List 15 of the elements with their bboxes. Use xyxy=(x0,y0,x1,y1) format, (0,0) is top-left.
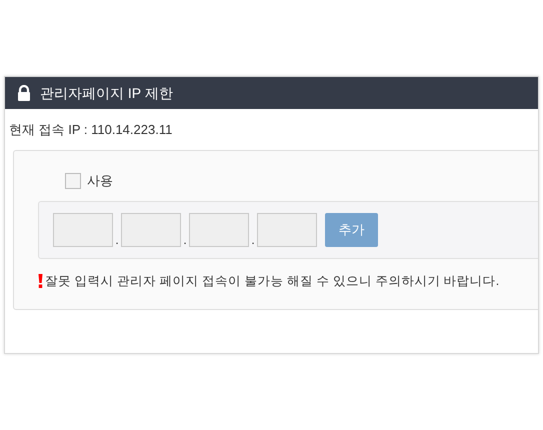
dot-separator: . xyxy=(182,232,188,246)
ip-octet-field[interactable] xyxy=(121,212,181,246)
dot-separator: . xyxy=(250,232,256,246)
lock-icon xyxy=(17,85,31,101)
use-checkbox[interactable] xyxy=(65,172,81,189)
warning-text: 잘못 입력시 관리자 페이지 접속이 불가능 해질 수 있으니 주의하시기 바랍니다. xyxy=(45,272,500,290)
checkbox-label: 사용 xyxy=(87,172,113,190)
ip-octet-field[interactable] xyxy=(53,212,113,246)
current-ip-text: 현재 접속 IP : 110.14.223.11 xyxy=(8,121,172,139)
exclamation-icon xyxy=(38,274,43,288)
dot-separator: . xyxy=(114,232,120,246)
ip-octet-field[interactable] xyxy=(189,212,249,246)
panel-title: 관리자페이지 IP 제한 xyxy=(40,84,173,102)
ip-octet-field[interactable] xyxy=(257,212,317,246)
add-button[interactable]: 추가 xyxy=(325,212,378,246)
